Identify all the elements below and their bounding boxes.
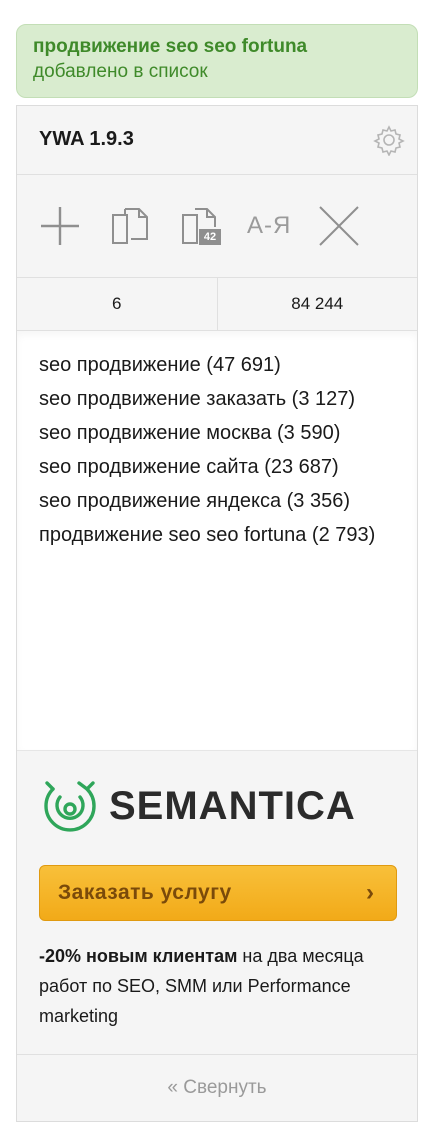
close-icon[interactable] bbox=[317, 205, 361, 247]
notification-message: добавлено в список bbox=[33, 61, 208, 82]
list-item[interactable]: seo продвижение сайта (23 687) bbox=[39, 455, 397, 479]
order-service-button[interactable]: Заказать услугу › bbox=[39, 865, 397, 921]
promo-offer: -20% новым клиентам на два месяца работ … bbox=[39, 941, 399, 1031]
notification-keyword: продвижение seo seo fortuna bbox=[33, 36, 308, 57]
keyword-list: seo продвижение (47 691) seo продвижение… bbox=[17, 331, 417, 751]
brand-name: SEMANTICA bbox=[109, 783, 356, 828]
gear-icon[interactable] bbox=[373, 124, 405, 157]
stats-row: 6 84 244 bbox=[17, 278, 417, 331]
added-notification: продвижение seo seo fortuna добавлено в … bbox=[16, 24, 418, 98]
copy-with-frequency-icon[interactable]: 42 bbox=[179, 205, 223, 247]
app-title: YWA 1.9.3 bbox=[39, 128, 134, 150]
frequency-badge: 42 bbox=[203, 231, 217, 243]
semantica-logo-icon bbox=[44, 781, 96, 832]
chevron-right-icon: › bbox=[366, 879, 374, 906]
list-item[interactable]: seo продвижение (47 691) bbox=[39, 353, 397, 377]
list-item[interactable]: seo продвижение заказать (3 127) bbox=[39, 387, 397, 411]
collapse-button[interactable]: « Свернуть bbox=[17, 1054, 417, 1121]
promo-block: SEMANTICA Заказать услугу › -20% новым к… bbox=[17, 751, 417, 1051]
keyword-count: 6 bbox=[112, 294, 122, 313]
sort-az-button[interactable]: А-Я bbox=[247, 205, 291, 247]
list-item[interactable]: продвижение seo seo fortuna (2 793) bbox=[39, 523, 397, 547]
offer-highlight: -20% новым клиентам bbox=[39, 946, 238, 966]
list-item[interactable]: seo продвижение москва (3 590) bbox=[39, 421, 397, 445]
copy-icon[interactable] bbox=[109, 205, 155, 247]
total-frequency: 84 244 bbox=[216, 278, 418, 330]
toolbar: 42 А-Я bbox=[17, 175, 417, 278]
plus-icon[interactable] bbox=[39, 205, 81, 247]
ywa-panel: YWA 1.9.3 42 А-Я 6 84 244 seo продвижени… bbox=[16, 105, 418, 1122]
panel-header: YWA 1.9.3 bbox=[17, 106, 417, 175]
order-button-label: Заказать услугу bbox=[58, 881, 232, 904]
list-item[interactable]: seo продвижение яндекса (3 356) bbox=[39, 489, 397, 513]
semantica-logo[interactable]: SEMANTICA bbox=[41, 777, 356, 835]
